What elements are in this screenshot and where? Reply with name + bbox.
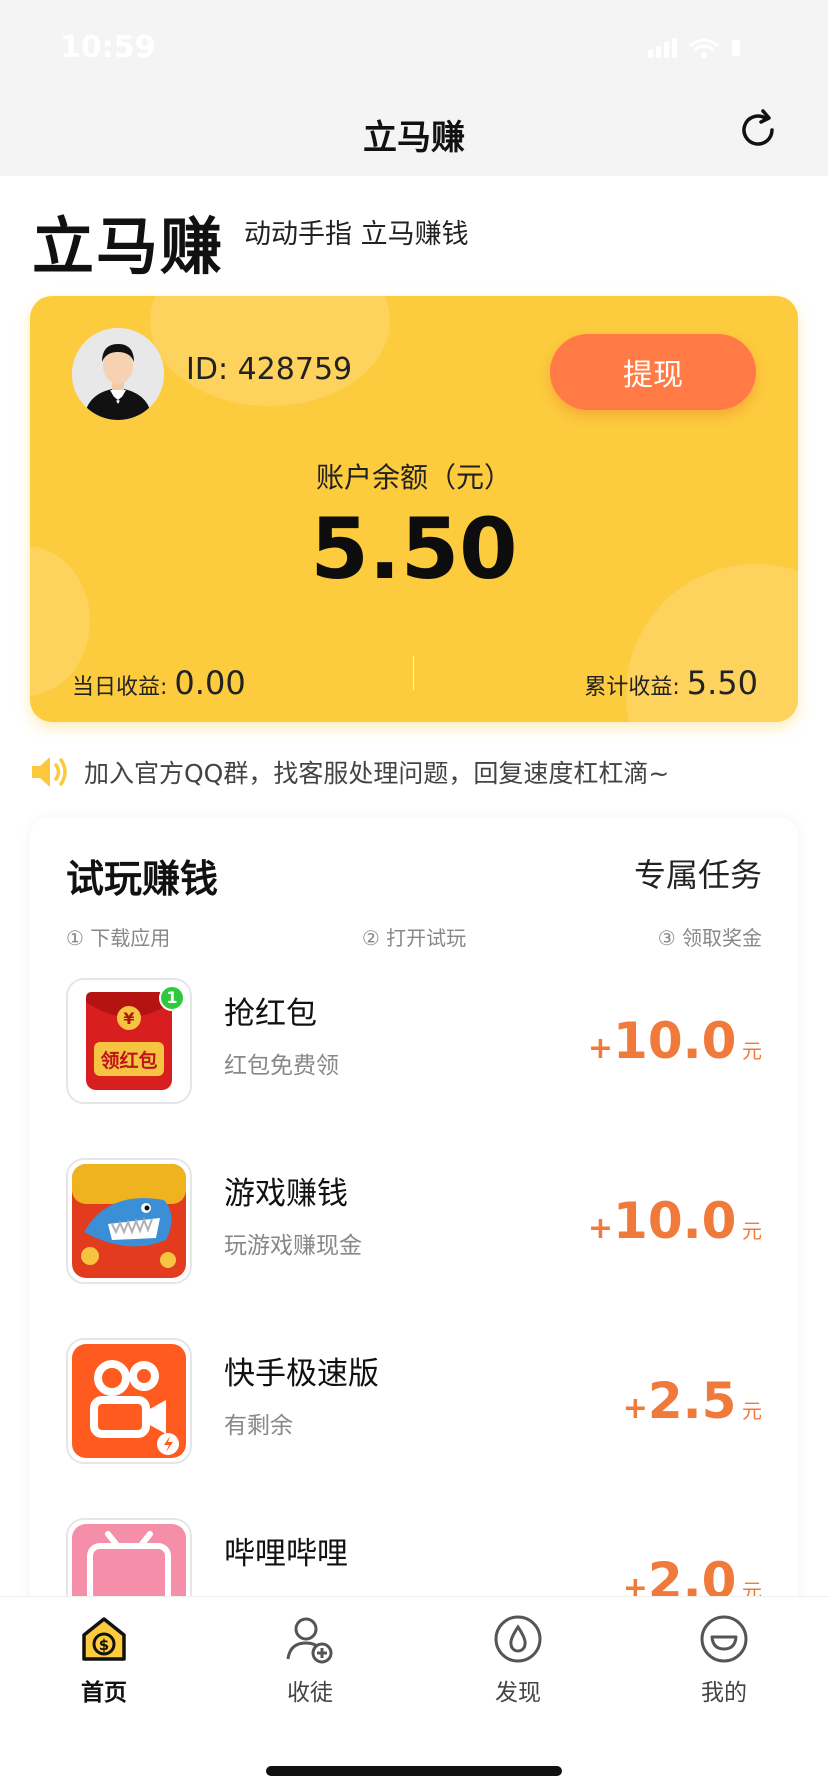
status-icons	[648, 36, 758, 66]
today-earnings-label: 当日收益:	[72, 675, 168, 700]
main-content: 立马赚 动动手指 立马赚钱 ID: 428759 提现 账户余额（元） 5.50…	[0, 176, 828, 1596]
brand-title: 立马赚	[32, 210, 225, 283]
bilibili-icon	[66, 1518, 192, 1596]
red-envelope-icon: ¥ 领红包 1	[66, 978, 192, 1104]
user-id: ID: 428759	[186, 352, 353, 387]
signal-wifi-battery-icon	[648, 38, 740, 58]
total-earnings-label: 累计收益:	[584, 675, 680, 700]
tab-discover[interactable]: 发现	[458, 1613, 578, 1707]
task-row[interactable]: ¥ 领红包 1 抢红包 红包免费领 +10.0 元	[66, 978, 762, 1108]
task-desc: 红包免费领	[224, 1053, 339, 1079]
task-desc: 有剩余	[224, 1413, 293, 1439]
decor-circle	[150, 296, 390, 406]
status-bar: 10:59	[0, 0, 828, 100]
red-envelope-label: 领红包	[100, 1050, 158, 1072]
shark-game-icon	[66, 1158, 192, 1284]
tab-home[interactable]: $ 首页	[44, 1613, 164, 1707]
add-user-icon	[286, 1617, 333, 1664]
withdraw-button[interactable]: 提现	[550, 334, 756, 410]
balance-value: 5.50	[310, 500, 518, 598]
balance-card: ID: 428759 提现 账户余额（元） 5.50 当日收益: 0.00 累计…	[30, 296, 798, 722]
step-open-trial: ② 打开试玩	[361, 926, 467, 950]
kuaishou-icon	[66, 1338, 192, 1464]
step-download: ① 下载应用	[66, 926, 171, 950]
reward-plus: +	[587, 1211, 614, 1246]
nav-bar: 立马赚	[0, 88, 828, 176]
tab-label: 我的	[701, 1680, 747, 1706]
nav-title: 立马赚	[363, 118, 465, 158]
reward-unit: 元	[742, 1219, 762, 1243]
balance-label: 账户余额（元）	[315, 461, 512, 494]
reward-unit: 元	[742, 1399, 762, 1423]
reward-plus: +	[587, 1031, 614, 1066]
home-coin-icon: $	[82, 1617, 126, 1661]
reward-amount: 10.0	[613, 1012, 737, 1070]
reward-amount: 2.0	[647, 1552, 737, 1596]
notice-text: 加入官方QQ群，找客服处理问题，回复速度杠杠滴~	[84, 759, 670, 788]
task-name: 抢红包	[224, 996, 317, 1032]
reward-unit: 元	[742, 1039, 762, 1063]
reward-amount: 10.0	[613, 1192, 737, 1250]
total-earnings: 累计收益: 5.50	[584, 664, 758, 702]
step-claim-reward: ③ 领取奖金	[657, 926, 762, 950]
task-desc: 玩游戏赚现金	[224, 1233, 362, 1259]
task-row[interactable]: 游戏赚钱 玩游戏赚现金 +10.0 元	[66, 1158, 762, 1288]
task-row[interactable]: 哔哩哔哩 +2.0 元	[66, 1518, 762, 1596]
task-reward: +2.5 元	[623, 1372, 762, 1430]
exclusive-tasks-link[interactable]: 专属任务	[634, 850, 762, 896]
reward-plus: +	[622, 1391, 648, 1426]
task-name: 游戏赚钱	[224, 1176, 348, 1212]
task-reward: +10.0 元	[588, 1192, 762, 1250]
status-time: 10:59	[60, 30, 156, 65]
today-earnings: 当日收益: 0.00	[72, 664, 246, 702]
avatar-image	[72, 328, 164, 420]
task-name: 快手极速版	[224, 1356, 379, 1392]
task-reward: +10.0 元	[588, 1012, 762, 1070]
reward-amount: 2.5	[647, 1372, 737, 1430]
smile-icon	[700, 1615, 748, 1663]
home-indicator	[266, 1766, 562, 1776]
speaker-icon	[32, 757, 67, 787]
tab-recruit[interactable]: 收徒	[250, 1613, 370, 1707]
svg-text:¥: ¥	[123, 1009, 134, 1028]
refresh-icon[interactable]	[736, 108, 780, 152]
tab-label: 发现	[495, 1680, 541, 1706]
task-row[interactable]: 快手极速版 有剩余 +2.5 元	[66, 1338, 762, 1468]
tab-label: 首页	[81, 1680, 127, 1706]
notice-bar[interactable]: 加入官方QQ群，找客服处理问题，回复速度杠杠滴~	[30, 750, 669, 794]
brand-slogan: 动动手指 立马赚钱	[244, 219, 469, 250]
tab-label: 收徒	[287, 1680, 333, 1706]
avatar[interactable]	[72, 328, 164, 420]
shark-game-graphic	[72, 1164, 186, 1278]
reward-unit: 元	[742, 1579, 762, 1596]
kuaishou-graphic	[72, 1344, 186, 1458]
trial-tasks-card: 试玩赚钱 专属任务 ① 下载应用 ② 打开试玩 ③ 领取奖金 ¥ 领红包 1 抢…	[30, 818, 798, 1596]
task-reward: +2.0 元	[623, 1552, 762, 1596]
tab-mine[interactable]: 我的	[664, 1613, 784, 1707]
task-name: 哔哩哔哩	[224, 1536, 348, 1572]
reward-plus: +	[622, 1571, 648, 1596]
notification-badge: 1	[166, 988, 178, 1007]
bilibili-graphic	[72, 1524, 186, 1596]
steps: ① 下载应用 ② 打开试玩 ③ 领取奖金	[66, 922, 762, 951]
divider	[413, 656, 414, 690]
tab-bar: $ 首页 收徒 发现 我的	[0, 1596, 828, 1792]
today-earnings-value: 0.00	[174, 664, 246, 702]
total-earnings-value: 5.50	[686, 664, 758, 702]
discover-icon	[494, 1615, 542, 1663]
svg-text:$: $	[99, 1636, 109, 1654]
section-title: 试玩赚钱	[66, 857, 219, 901]
